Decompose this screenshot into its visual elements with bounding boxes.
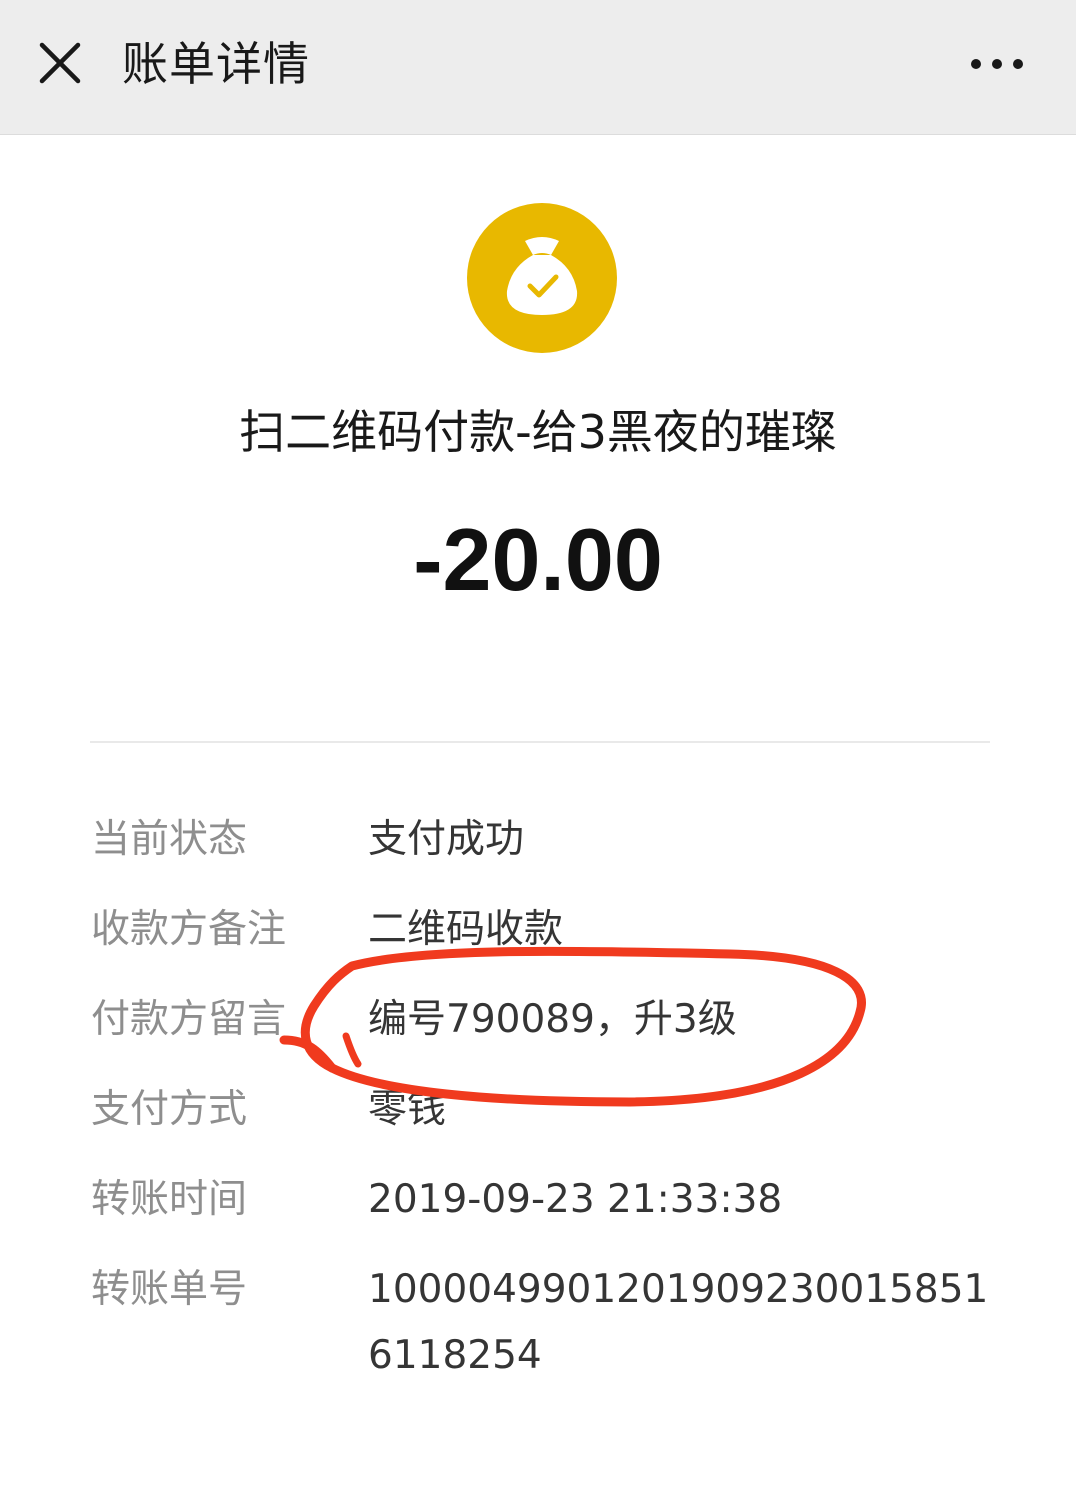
detail-value-transfer-number: 10000499012019092300158516118254	[368, 1267, 989, 1378]
more-options-button[interactable]	[960, 42, 1036, 86]
detail-label-payment-method: 支付方式	[91, 1087, 248, 1132]
detail-label-transfer-time: 转账时间	[91, 1177, 248, 1222]
detail-label-status: 当前状态	[91, 817, 248, 862]
detail-value-transfer-time: 2019-09-23 21:33:38	[368, 1177, 783, 1222]
detail-label-payer-message: 付款方留言	[91, 997, 287, 1042]
merchant-description: 扫二维码付款-给3黑夜的璀璨	[239, 405, 837, 459]
close-button[interactable]	[32, 35, 88, 91]
top-navigation-bar: 账单详情	[0, 0, 1076, 135]
detail-value-payer-message: 编号790089，升3级	[368, 997, 737, 1042]
more-dots-icon	[971, 59, 1023, 69]
detail-label-payee-note: 收款方备注	[91, 907, 287, 952]
section-divider	[90, 741, 990, 743]
detail-value-status: 支付成功	[368, 817, 525, 862]
detail-value-payment-method: 零钱	[368, 1087, 447, 1132]
money-bag-check-icon	[467, 203, 617, 353]
detail-label-transfer-number: 转账单号	[91, 1267, 248, 1312]
close-icon	[39, 42, 81, 84]
payment-amount: -20.00	[413, 510, 663, 609]
page-title: 账单详情	[122, 37, 310, 91]
detail-value-payee-note: 二维码收款	[368, 907, 564, 952]
